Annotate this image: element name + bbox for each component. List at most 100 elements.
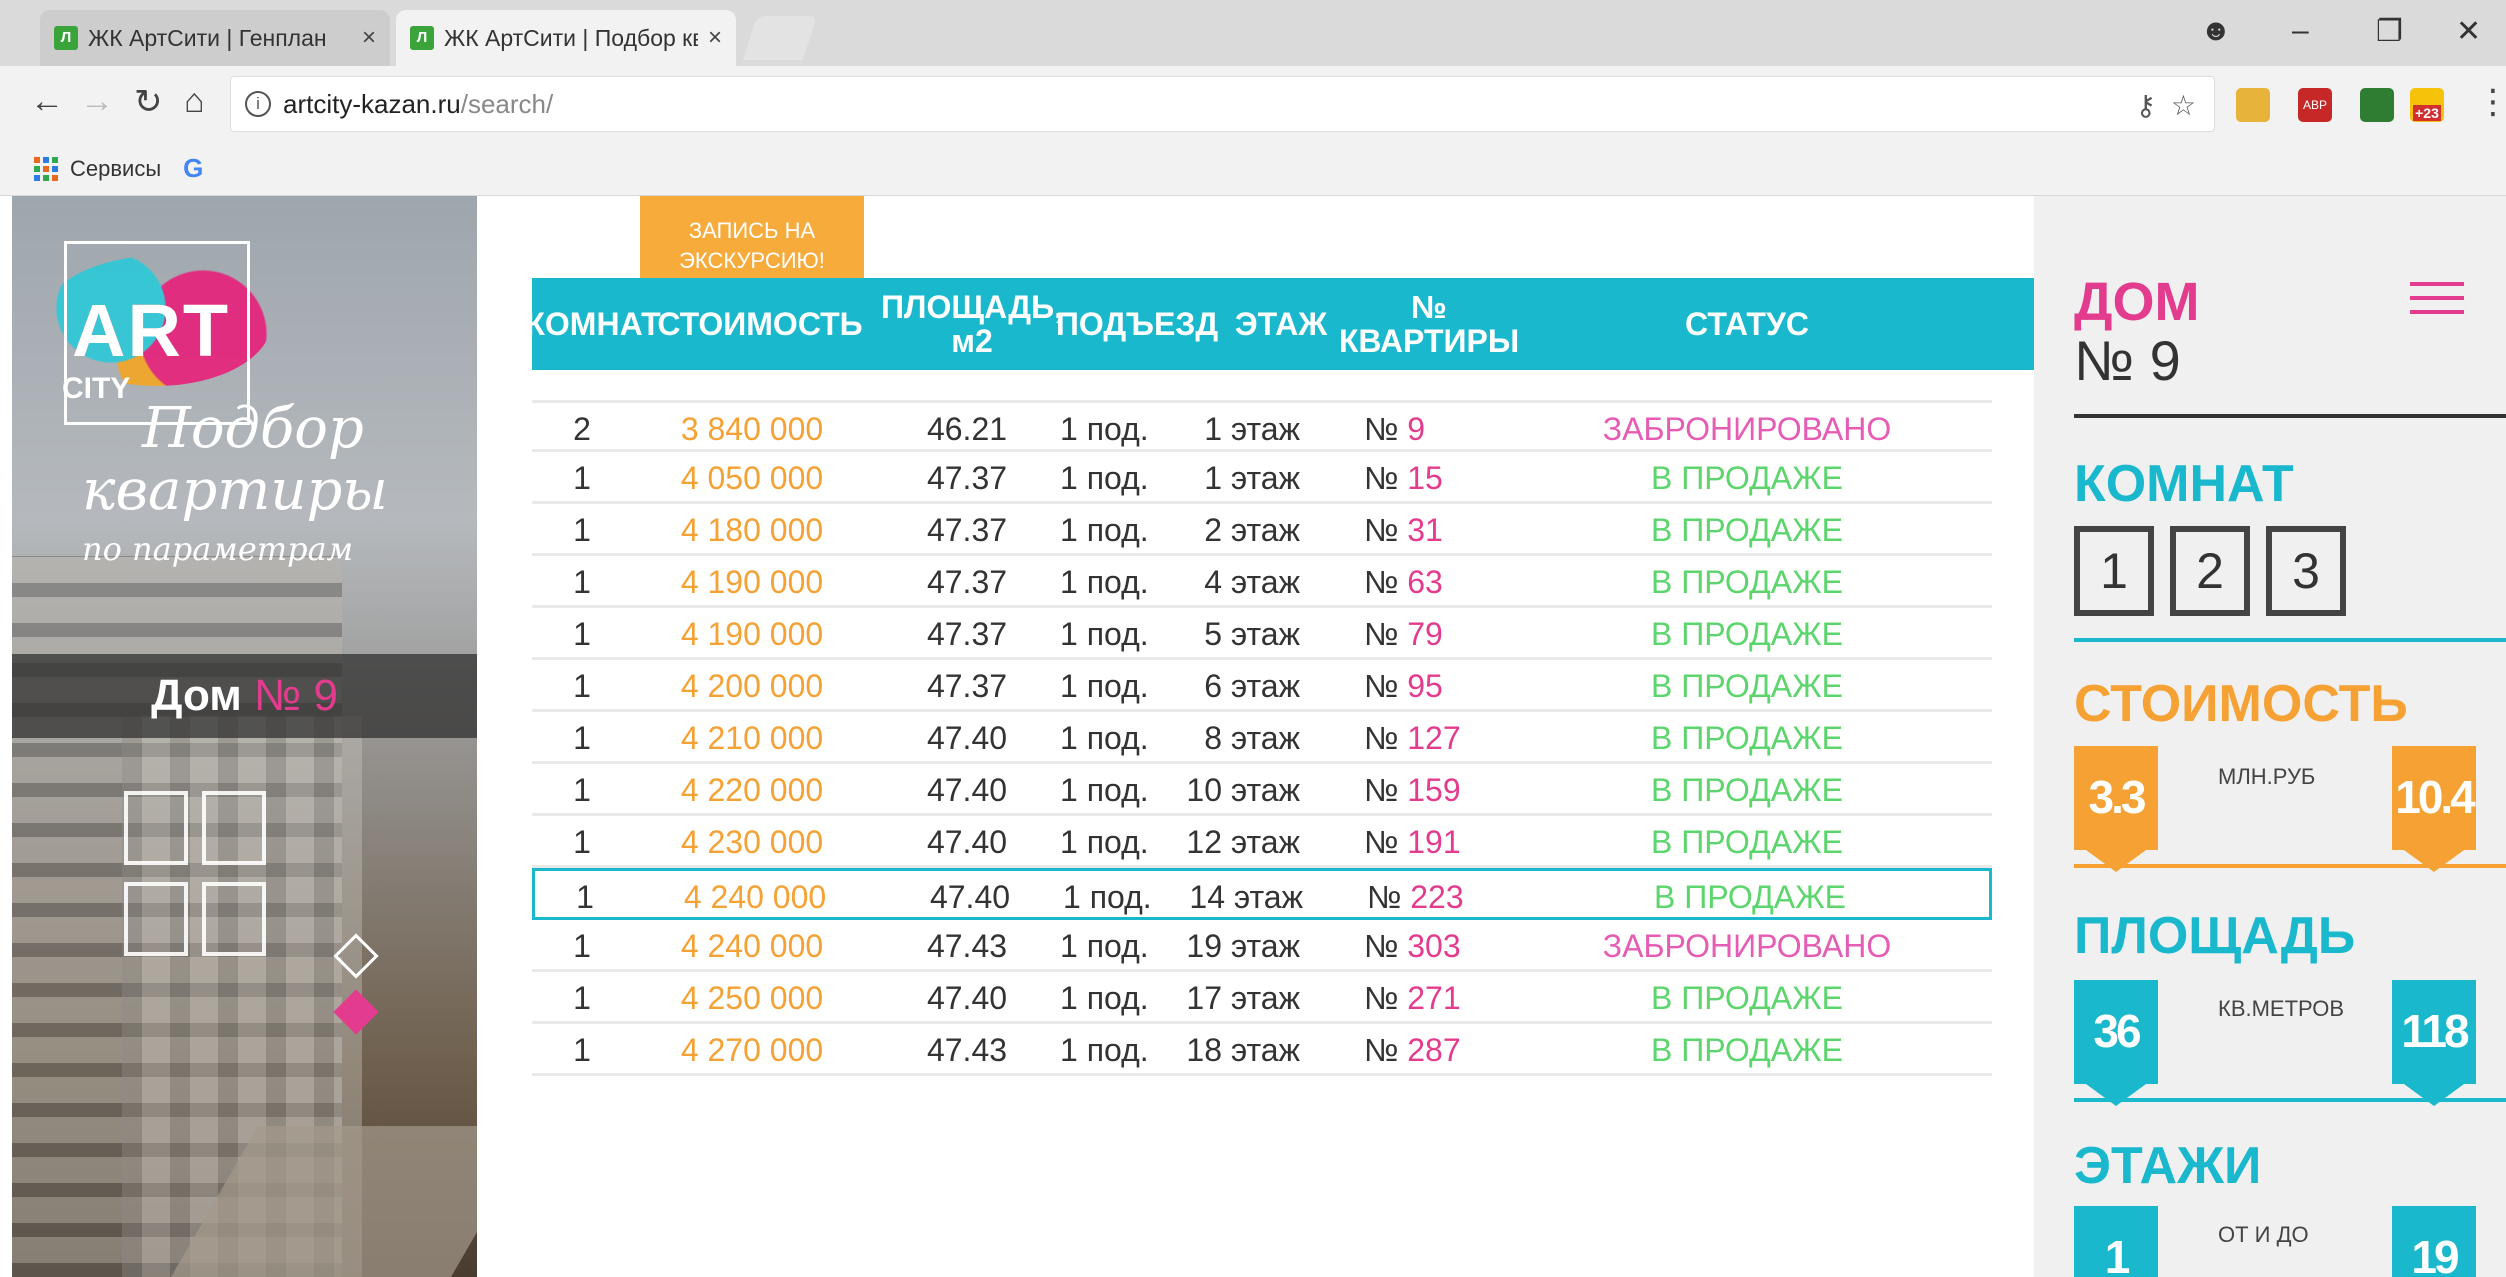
cell-status: В ПРОДАЖЕ — [1651, 512, 1843, 548]
minimize-icon[interactable]: – — [2292, 14, 2309, 48]
cell-apt: № 271 — [1364, 980, 1504, 1017]
area-filter-title: ПЛОЩАДЬ — [2074, 907, 2356, 965]
cell-status: В ПРОДАЖЕ — [1651, 980, 1843, 1016]
table-row[interactable]: 1 4 050 000 47.37 1 под. 1 этаж № 15 В П… — [532, 452, 1992, 504]
apt-number: 303 — [1407, 928, 1461, 964]
table-row[interactable]: 1 4 200 000 47.37 1 под. 6 этаж № 95 В П… — [532, 660, 1992, 712]
hamburger-menu-icon[interactable] — [2410, 282, 2464, 324]
forward-icon[interactable]: → — [80, 82, 114, 121]
back-icon[interactable]: ← — [30, 82, 64, 121]
address-bar[interactable]: i artcity-kazan.ru/search/ ☆ ⚷ — [230, 76, 2215, 132]
cell-apt: № 191 — [1364, 824, 1504, 861]
cell-entrance: 1 под. — [1060, 928, 1149, 964]
apps-grid-icon[interactable] — [34, 156, 58, 181]
reload-icon[interactable]: ↻ — [134, 82, 163, 122]
home-icon[interactable]: ⌂ — [184, 82, 205, 121]
table-row[interactable]: 1 4 240 000 47.43 1 под. 19 этаж № 303 З… — [532, 920, 1992, 972]
col-header-entrance[interactable]: ПОДЪЕЗД — [1056, 278, 1218, 370]
floors-max-handle[interactable]: 19 — [2392, 1206, 2476, 1277]
cell-rooms: 1 — [573, 824, 591, 860]
results-table-header: КОМНАТ СТОИМОСТЬ ПЛОЩАДЬ, м2 ПОДЪЕЗД ЭТА… — [525, 278, 2034, 370]
table-row[interactable]: 1 4 270 000 47.43 1 под. 18 этаж № 287 В… — [532, 1024, 1992, 1076]
apt-prefix: № — [1364, 720, 1399, 756]
page-content: ART CITY Подбор квартиры по параметрам Д… — [0, 196, 2506, 1277]
col-header-status[interactable]: СТАТУС — [1572, 278, 1922, 370]
house-title: ДОМ — [2074, 272, 2200, 332]
cell-entrance: 1 под. — [1060, 720, 1149, 756]
tab-close-icon[interactable]: × — [708, 24, 722, 52]
table-row[interactable]: 1 4 230 000 47.40 1 под. 12 этаж № 191 В… — [532, 816, 1992, 868]
area-min-handle[interactable]: 36 — [2074, 980, 2158, 1084]
table-row[interactable]: 2 3 840 000 46.21 1 под. 1 этаж № 9 ЗАБР… — [532, 400, 1992, 452]
extension-icon[interactable] — [2236, 88, 2270, 122]
apt-number: 127 — [1407, 720, 1461, 756]
cell-apt: № 287 — [1364, 1032, 1504, 1069]
cell-status: В ПРОДАЖЕ — [1651, 668, 1843, 704]
cell-floor: 4 этаж — [1204, 564, 1300, 600]
price-max-handle[interactable]: 10.4 — [2392, 746, 2476, 850]
close-window-icon[interactable]: ✕ — [2456, 14, 2481, 49]
table-row[interactable]: 1 4 190 000 47.37 1 под. 5 этаж № 79 В П… — [532, 608, 1992, 660]
weather-badge: +23 — [2413, 105, 2441, 121]
table-row-selected[interactable]: 1 4 240 000 47.40 1 под. 14 этаж № 223 В… — [532, 868, 1992, 920]
apps-bookmark-label[interactable]: Сервисы — [70, 156, 161, 182]
cell-floor: 14 этаж — [1189, 879, 1303, 915]
cell-area: 47.40 — [926, 772, 1008, 808]
room-option-1[interactable]: 1 — [2074, 526, 2154, 616]
adblock-extension-icon[interactable]: ABP — [2298, 88, 2332, 122]
profile-icon[interactable]: ☻ — [2200, 14, 2232, 48]
browser-tabstrip: Л ЖК АртСити | Генплан × Л ЖК АртСити | … — [0, 0, 2506, 66]
apt-number: 287 — [1407, 1032, 1461, 1068]
cell-entrance: 1 под. — [1060, 772, 1149, 808]
cell-entrance: 1 под. — [1060, 564, 1149, 600]
apt-number: 9 — [1407, 411, 1426, 447]
download-extension-icon[interactable] — [2360, 88, 2394, 122]
cell-price: 4 190 000 — [680, 616, 824, 652]
browser-menu-icon[interactable]: ⋮ — [2476, 82, 2506, 122]
bookmark-star-icon[interactable]: ☆ — [2171, 89, 2196, 122]
browser-tab-search[interactable]: Л ЖК АртСити | Подбор кв × — [396, 10, 736, 66]
col-header-price[interactable]: СТОИМОСТЬ — [654, 278, 866, 370]
cell-price: 4 220 000 — [680, 772, 824, 808]
cell-price: 4 270 000 — [680, 1032, 824, 1068]
cell-price: 4 250 000 — [680, 980, 824, 1016]
price-min-handle[interactable]: 3.3 — [2074, 746, 2158, 850]
floorplan-tile-icon — [124, 791, 188, 865]
browser-tab-genplan[interactable]: Л ЖК АртСити | Генплан × — [40, 10, 390, 66]
area-max-handle[interactable]: 118 — [2392, 980, 2476, 1084]
table-row[interactable]: 1 4 250 000 47.40 1 под. 17 этаж № 271 В… — [532, 972, 1992, 1024]
logo-city-text: CITY — [62, 372, 131, 405]
cell-area: 47.43 — [926, 928, 1008, 964]
apt-prefix: № — [1364, 411, 1399, 447]
cell-area: 46.21 — [926, 411, 1008, 447]
area-range-track[interactable] — [2074, 1098, 2506, 1102]
cell-price: 4 240 000 — [683, 879, 827, 915]
cell-price: 4 230 000 — [680, 824, 824, 860]
new-tab-button[interactable] — [742, 16, 818, 60]
apt-number: 223 — [1410, 879, 1464, 915]
col-header-rooms[interactable]: КОМНАТ — [525, 278, 660, 370]
cell-floor: 5 этаж — [1204, 616, 1300, 652]
col-header-floor[interactable]: ЭТАЖ — [1226, 278, 1336, 370]
tab-close-icon[interactable]: × — [362, 24, 376, 52]
table-row[interactable]: 1 4 180 000 47.37 1 под. 2 этаж № 31 В П… — [532, 504, 1992, 556]
price-range-track[interactable] — [2074, 864, 2506, 868]
weather-extension-icon[interactable]: +23 — [2410, 88, 2444, 122]
password-key-icon[interactable]: ⚷ — [2135, 89, 2156, 122]
site-info-icon[interactable]: i — [245, 91, 271, 117]
floors-min-handle[interactable]: 1 — [2074, 1206, 2158, 1277]
restore-icon[interactable]: ❐ — [2376, 14, 2403, 49]
cell-apt: № 9 — [1364, 411, 1504, 448]
col-header-area[interactable]: ПЛОЩАДЬ, м2 — [881, 278, 1063, 370]
floorplan-tile-icon — [124, 882, 188, 956]
room-option-2[interactable]: 2 — [2170, 526, 2250, 616]
table-row[interactable]: 1 4 210 000 47.40 1 под. 8 этаж № 127 В … — [532, 712, 1992, 764]
room-option-3[interactable]: 3 — [2266, 526, 2346, 616]
apt-number: 15 — [1407, 460, 1443, 496]
browser-toolbar: ← → ↻ ⌂ i artcity-kazan.ru/search/ ☆ ⚷ A… — [0, 66, 2506, 142]
google-bookmark-icon[interactable]: G — [183, 153, 203, 184]
table-row[interactable]: 1 4 220 000 47.40 1 под. 10 этаж № 159 В… — [532, 764, 1992, 816]
cell-price: 4 180 000 — [680, 512, 824, 548]
table-row[interactable]: 1 4 190 000 47.37 1 под. 4 этаж № 63 В П… — [532, 556, 1992, 608]
col-header-apt[interactable]: № КВАРТИРЫ — [1339, 278, 1519, 370]
